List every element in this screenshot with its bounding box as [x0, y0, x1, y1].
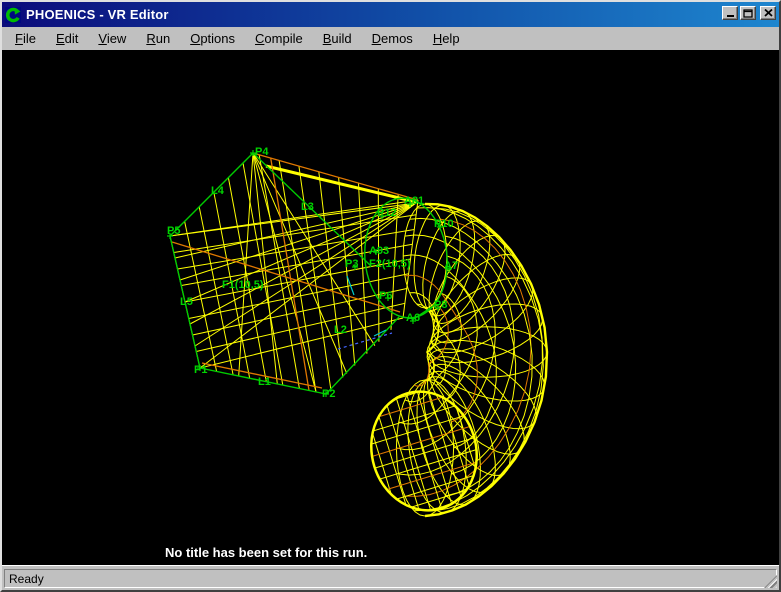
vr-point-label-L4: L4	[211, 186, 224, 197]
window-title: PHOENICS - VR Editor	[26, 7, 169, 22]
window-controls	[720, 6, 776, 20]
vr-point-label-P6: P6	[379, 291, 392, 302]
wireframe-canvas	[2, 50, 779, 565]
tube-longitudinal	[405, 275, 478, 422]
app-icon[interactable]	[5, 7, 21, 23]
vr-point-label-P4: P4	[255, 147, 268, 158]
status-bar: Ready	[2, 565, 779, 590]
wire-line	[369, 426, 472, 458]
wire-line	[364, 405, 400, 524]
vr-point-label-P12: P12	[377, 208, 397, 219]
title-bar[interactable]: PHOENICS - VR Editor	[2, 2, 779, 27]
wire-line	[437, 382, 473, 501]
vr-point-label-A93: A93	[369, 246, 389, 257]
wire-line	[395, 395, 431, 514]
tube-section	[428, 364, 511, 475]
menu-item-run[interactable]: Run	[139, 29, 177, 48]
minimize-icon	[726, 9, 735, 18]
menu-item-help[interactable]: Help	[426, 29, 467, 48]
vr-point-label-P5: P5	[167, 226, 180, 237]
wire-line	[406, 392, 442, 511]
close-button[interactable]	[760, 6, 776, 20]
wire-line	[253, 153, 347, 374]
menu-item-demos[interactable]: Demos	[365, 29, 420, 48]
menu-item-compile[interactable]: Compile	[248, 29, 310, 48]
minimize-button[interactable]	[722, 6, 738, 20]
vr-point-label-F2(10,5): F2(10,5)	[369, 259, 411, 270]
menu-item-options[interactable]: Options	[183, 29, 242, 48]
wire-line	[376, 449, 479, 481]
app-window: PHOENICS - VR Editor File Edit View Run …	[0, 0, 781, 592]
phoenics-swirl-icon	[5, 7, 21, 23]
vr-point-label-A81: A81	[404, 196, 424, 207]
run-title-message: No title has been set for this run.	[165, 545, 367, 560]
vr-viewport[interactable]: P4 L4 L3 A81 P12 P10 P5 A93 P3 F2(10,5) A7 F1(10,5)…	[2, 50, 779, 565]
vr-point-label-P8: P8	[434, 300, 447, 311]
vr-point-label-A6: A6	[406, 313, 420, 324]
menu-item-view[interactable]: View	[91, 29, 133, 48]
vr-point-label-F1(10,5): F1(10,5)	[222, 280, 264, 291]
menu-item-file[interactable]: File	[8, 29, 43, 48]
maximize-button[interactable]	[740, 6, 756, 20]
vr-point-label-L3: L3	[301, 202, 314, 213]
wire-line	[266, 166, 416, 202]
maximize-icon	[743, 9, 753, 18]
tube-section	[424, 371, 496, 492]
vr-point-label-L2: L2	[334, 325, 347, 336]
vr-point-label-A7: A7	[444, 261, 458, 272]
vr-point-label-L5: L5	[180, 297, 193, 308]
vr-point-label-P10: P10	[434, 219, 454, 230]
menu-item-edit[interactable]: Edit	[49, 29, 85, 48]
vr-point-label-P1: P1	[194, 365, 207, 376]
wire-line	[374, 401, 410, 520]
vr-point-label-P3: P3	[345, 259, 358, 270]
vr-point-label-P2: P2	[322, 389, 335, 400]
vr-point-label-L1: L1	[258, 377, 271, 388]
menu-item-build[interactable]: Build	[316, 29, 359, 48]
wire-line	[385, 398, 421, 517]
status-text: Ready	[4, 569, 777, 588]
close-icon	[764, 9, 773, 17]
wire-line	[359, 391, 462, 423]
menu-bar: File Edit View Run Options Compile Build…	[2, 27, 779, 50]
